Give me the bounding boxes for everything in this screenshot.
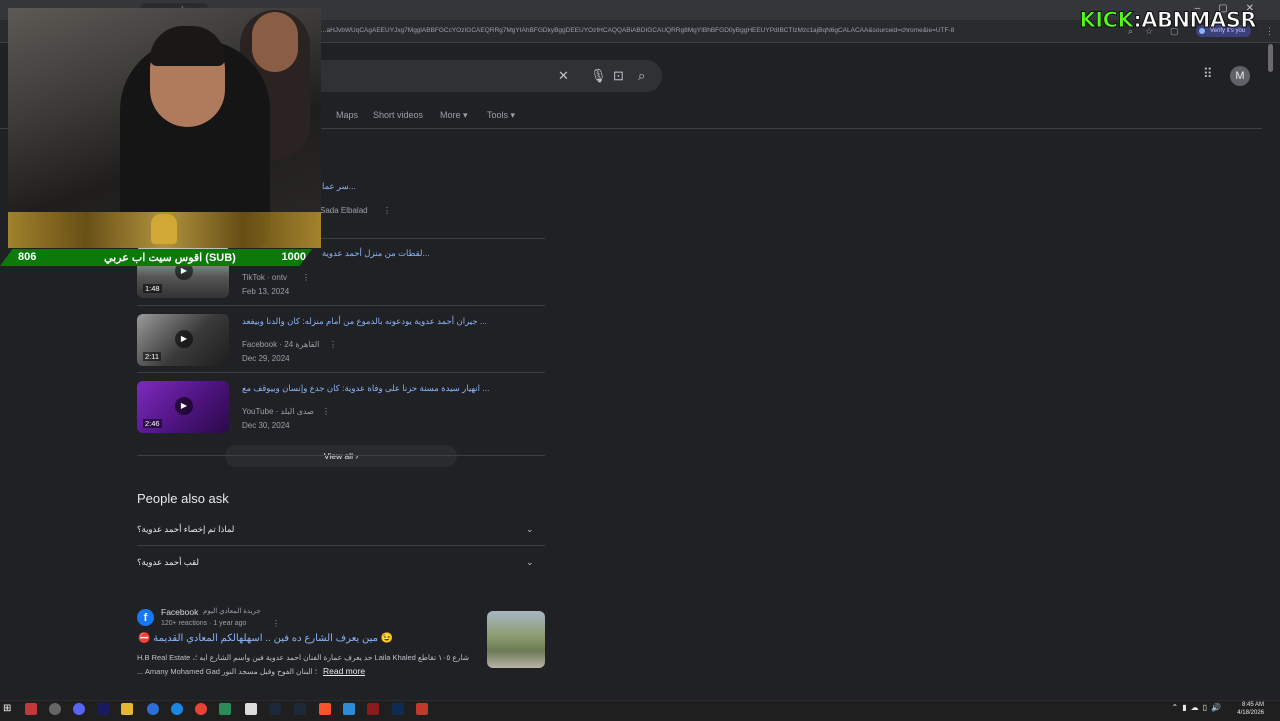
view-all-button[interactable]: View all › [225,445,457,467]
kick-channel-name: ABNMASR [1141,8,1257,33]
taskbar-clock[interactable]: 8:45 AM 4/18/2026 [1237,701,1264,717]
tab-short-videos[interactable]: Short videos [373,110,423,120]
video-duration: 2:11 [143,352,162,361]
steam-icon[interactable] [269,703,281,715]
address-bar[interactable]: …aHJvbWUqCAgAEEUYJxg7MgglABBFGCcYOzIGCAE… [320,27,960,34]
video-title[interactable]: سر عما... [322,181,356,192]
avatar[interactable]: M [1230,66,1250,86]
divider [137,455,545,456]
steam-icon[interactable] [294,703,306,715]
tab-tools[interactable]: Tools ▾ [487,110,515,121]
tab-maps[interactable]: Maps [336,110,358,120]
divider [137,545,545,546]
video-duration: 1:48 [143,284,162,293]
chevron-down-icon[interactable]: ⌄ [526,524,534,535]
video-title[interactable]: جيران أحمد عدوية يودعونه بالدموع من أمام… [242,316,487,327]
premiere-icon[interactable] [97,703,109,715]
sub-goal-bar: 806 اقوس سيت اب عربي (SUB) 1000 [0,249,312,266]
video-title[interactable]: انهيار سيدة مسنة حزنا على وفاة عدوية: كا… [242,383,489,394]
app-icon[interactable] [219,703,231,715]
more-options-icon[interactable]: ⋮ [383,206,391,215]
paa-question[interactable]: لقب أحمد عدوية؟ [137,557,199,568]
video-duration: 2:46 [143,419,162,428]
video-thumbnail[interactable]: ▶ 2:46 [137,381,229,433]
result-snippet: H.B Real Estate ،حد يعرف عمارة الفنان اح… [137,653,469,662]
divider [137,305,545,306]
video-date: Dec 30, 2024 [242,421,290,430]
webcam-overlay [8,8,321,248]
result-snippet: ... Amany Mohamed Gad ؛ البنان الفوح وقب… [137,667,318,676]
search-icon[interactable]: ⌕ [638,68,645,84]
video-source: YouTube · صدى البلد [242,407,314,416]
clear-icon[interactable]: ✕ [558,68,569,84]
microphone-icon[interactable]: 🎙 [590,68,607,84]
video-date: Feb 13, 2024 [242,287,290,296]
chrome-icon[interactable] [195,703,207,715]
sub-goal-target: 1000 [281,251,306,263]
divider [137,372,545,373]
facebook-icon: f [137,609,154,626]
more-options-icon[interactable]: ⋮ [322,407,330,416]
brave-icon[interactable] [319,703,331,715]
more-options-icon[interactable]: ⋮ [302,273,310,282]
taskbar-time: 8:45 AM [1241,702,1264,708]
app-icon[interactable] [147,703,159,715]
video-date: Dec 29, 2024 [242,354,290,363]
video-source: Facebook · القاهرة 24 [242,340,320,349]
result-image[interactable] [487,611,545,668]
windows-start-icon[interactable]: ⊞ [3,703,15,715]
photoshop-icon[interactable] [392,703,404,715]
kick-channel-overlay: KICK:ABNMASR [1079,8,1257,33]
kick-logo-text: KICK [1079,8,1134,33]
video-source: TikTok · ontv [242,273,288,282]
play-icon: ▶ [175,397,193,415]
apps-grid-icon[interactable]: ⠿ [1203,66,1213,82]
search-input[interactable] [300,60,662,92]
app-icon[interactable] [49,703,61,715]
video-thumbnail[interactable]: ▶ 2:11 [137,314,229,366]
discord-icon[interactable] [73,703,85,715]
chevron-down-icon[interactable]: ⌄ [526,557,534,568]
app-icon[interactable] [343,703,355,715]
webcam-face-background [252,12,298,72]
lens-icon[interactable]: ⊡ [613,68,624,84]
more-options-icon[interactable]: ⋮ [272,619,280,628]
app-icon[interactable] [245,703,257,715]
file-explorer-icon[interactable] [121,703,133,715]
pharaoh-icon [151,214,177,244]
paa-question[interactable]: لماذا تم إخصاء أحمد عدوية؟ [137,524,234,535]
taskbar-date: 4/18/2026 [1237,710,1264,716]
play-icon: ▶ [175,330,193,348]
result-site[interactable]: Facebook [161,607,198,617]
app-icon[interactable] [25,703,37,715]
sub-count: 806 [18,251,37,263]
people-also-ask-title: People also ask [137,491,229,506]
video-title[interactable]: لقطات من منزل أحمد عدوية... [322,248,430,259]
read-more-link[interactable]: Read more [323,666,365,676]
taskbar [0,700,1280,721]
scrollbar[interactable] [1268,44,1273,72]
menu-icon[interactable]: ⋮ [1265,26,1274,37]
tab-more[interactable]: More ▾ [440,110,468,121]
result-page-name: جريدة المعادي اليوم [203,608,261,615]
sub-goal-label: اقوس سيت اب عربي (SUB) [104,252,236,264]
app-icon[interactable] [416,703,428,715]
more-options-icon[interactable]: ⋮ [329,340,337,349]
app-icon[interactable] [171,703,183,715]
system-tray[interactable]: ⌃▮☁▯🔊 [1172,703,1225,712]
app-icon[interactable] [367,703,379,715]
video-source: Sada Elbalad [320,206,368,215]
result-title[interactable]: ⛔ مين يعرف الشارع ده فين .. اسهلهالكم ال… [138,633,393,644]
webcam-streamer-hair [150,26,225,66]
result-meta: 120+ reactions · 1 year ago [161,620,247,627]
